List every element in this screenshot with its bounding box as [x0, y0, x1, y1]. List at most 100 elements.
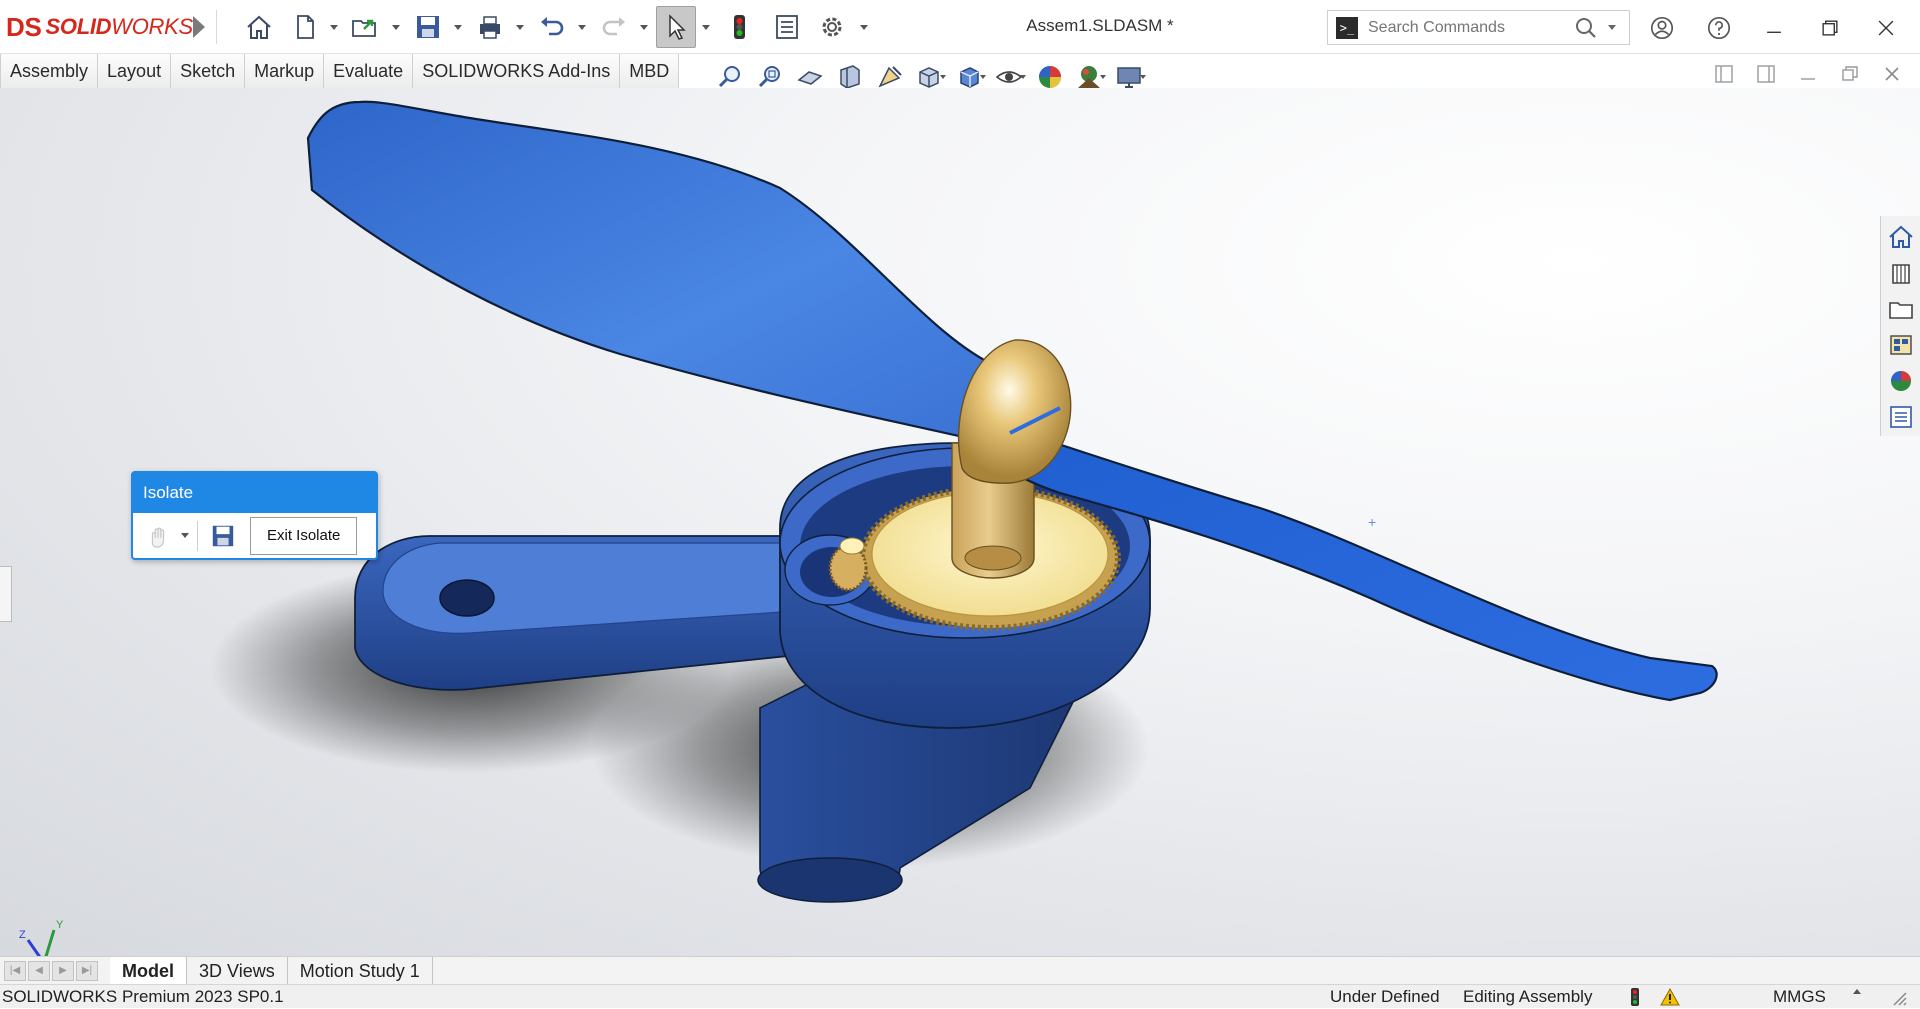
- reference-triad: Y Z X: [19, 919, 64, 956]
- bottom-tabs-bar: |◀ ◀ ▶ ▶| Model 3D Views Motion Study 1: [0, 956, 1920, 985]
- tab-3d-views[interactable]: 3D Views: [187, 956, 288, 985]
- rebuild-status-icon[interactable]: [1625, 987, 1645, 1007]
- document-title: Assem1.SLDASM *: [1026, 16, 1174, 35]
- options-dropdown-icon[interactable]: [860, 25, 868, 30]
- visibility-options-button[interactable]: [141, 519, 175, 553]
- command-manager-tabs: Assembly Layout Sketch Markup Evaluate S…: [0, 54, 680, 88]
- custom-properties-tab[interactable]: [1885, 402, 1917, 432]
- restore-button[interactable]: [1814, 12, 1846, 44]
- definition-status-text: Under Defined: [1330, 987, 1440, 1006]
- menu-expand-arrow-icon[interactable]: [193, 16, 205, 38]
- hide-show-dropdown-icon[interactable]: [1020, 75, 1026, 79]
- select-button[interactable]: [656, 6, 696, 48]
- tab-sketch[interactable]: Sketch: [171, 54, 246, 88]
- triad-z-axis: [26, 939, 41, 956]
- appearance-sphere-icon: [1890, 371, 1911, 391]
- save-as-display-state-button[interactable]: [206, 519, 240, 553]
- file-explorer-tab[interactable]: [1885, 294, 1917, 324]
- editing-mode-text: Editing Assembly: [1463, 987, 1593, 1006]
- tab-motion-study-1[interactable]: Motion Study 1: [288, 956, 433, 985]
- visibility-hand-icon: [151, 527, 165, 548]
- tab-assembly[interactable]: Assembly: [0, 54, 99, 88]
- close-icon: [1878, 20, 1894, 36]
- restore-icon: [1822, 20, 1838, 36]
- logo-brand-text: SOLID: [45, 14, 112, 39]
- next-tab-arrow-icon[interactable]: ▶: [52, 960, 74, 981]
- view-palette-icon: [1889, 335, 1912, 355]
- custom-properties-icon: [1889, 406, 1912, 428]
- print-dropdown-icon[interactable]: [516, 25, 524, 30]
- print-button[interactable]: [472, 9, 508, 45]
- open-button[interactable]: [346, 9, 384, 45]
- units-dropdown-icon[interactable]: [1853, 989, 1861, 994]
- visibility-dropdown-icon[interactable]: [181, 533, 189, 538]
- viewport-close-icon[interactable]: [1882, 64, 1902, 84]
- new-document-icon: [297, 15, 314, 39]
- help-icon: [1707, 16, 1731, 40]
- unit-system-text[interactable]: MMGS: [1773, 985, 1826, 1009]
- home-button[interactable]: [242, 9, 276, 45]
- user-account-button[interactable]: [1646, 12, 1678, 44]
- popup-separator: [197, 520, 198, 551]
- select-dropdown-icon[interactable]: [702, 25, 710, 30]
- feature-manager-collapse-handle[interactable]: [0, 566, 12, 622]
- separator: [216, 10, 217, 44]
- rebuild-button[interactable]: [722, 9, 756, 45]
- open-dropdown-icon[interactable]: [392, 25, 400, 30]
- search-dropdown-icon[interactable]: [1608, 25, 1616, 30]
- file-properties-button[interactable]: [770, 9, 804, 45]
- viewport-minimize-icon[interactable]: [1798, 64, 1818, 84]
- undo-dropdown-icon[interactable]: [578, 25, 586, 30]
- appearances-tab[interactable]: [1885, 366, 1917, 396]
- view-palette-tab[interactable]: [1885, 330, 1917, 360]
- search-commands-box[interactable]: >_: [1327, 10, 1630, 45]
- new-document-button[interactable]: [288, 9, 322, 45]
- minimize-button[interactable]: [1758, 12, 1790, 44]
- options-button[interactable]: [814, 9, 850, 45]
- graphics-area[interactable]: + Isolate Exit Isolate Y Z X: [0, 88, 1920, 956]
- design-library-icon: [1891, 264, 1910, 284]
- tab-solidworks-add-ins[interactable]: SOLIDWORKS Add-Ins: [413, 54, 621, 88]
- viewport-restore-icon[interactable]: [1840, 64, 1860, 84]
- view-orientation-dropdown-icon[interactable]: [940, 75, 946, 79]
- viewport-right-panel-icon[interactable]: [1756, 64, 1776, 84]
- viewport-left-panel-icon[interactable]: [1714, 64, 1734, 84]
- redo-dropdown-icon[interactable]: [640, 25, 648, 30]
- minimize-icon: [1767, 31, 1781, 33]
- search-input[interactable]: [1368, 18, 1568, 37]
- view-settings-dropdown-icon[interactable]: [1140, 75, 1146, 79]
- propeller-blade-upper[interactable]: [306, 100, 1002, 445]
- apply-scene-dropdown-icon[interactable]: [1100, 75, 1106, 79]
- search-icon[interactable]: [1574, 16, 1598, 40]
- last-tab-arrow-icon[interactable]: ▶|: [76, 960, 98, 981]
- tab-layout[interactable]: Layout: [98, 54, 172, 88]
- tab-markup[interactable]: Markup: [245, 54, 325, 88]
- help-button[interactable]: [1703, 12, 1735, 44]
- tab-evaluate[interactable]: Evaluate: [324, 54, 414, 88]
- exit-isolate-button[interactable]: Exit Isolate: [250, 516, 358, 555]
- close-button[interactable]: [1870, 12, 1902, 44]
- solidworks-logo[interactable]: DS SOLID WORKS: [6, 10, 193, 44]
- isolate-popup: Isolate Exit Isolate: [131, 471, 378, 560]
- previous-tab-arrow-icon[interactable]: ◀: [28, 960, 50, 981]
- cursor-arrow-icon: [669, 14, 686, 40]
- redo-button[interactable]: [596, 9, 632, 45]
- design-library-tab[interactable]: [1885, 258, 1917, 288]
- first-tab-arrow-icon[interactable]: |◀: [4, 960, 26, 981]
- solidworks-resources-tab[interactable]: [1885, 222, 1917, 252]
- save-button[interactable]: [410, 9, 446, 45]
- tab-mbd[interactable]: MBD: [620, 54, 680, 88]
- shaft-base: [964, 545, 1022, 571]
- home-icon: [1888, 225, 1913, 248]
- warning-icon[interactable]: [1660, 987, 1680, 1007]
- resize-grip-icon[interactable]: [1888, 987, 1908, 1007]
- isolate-popup-title: Isolate: [133, 473, 376, 513]
- undo-button[interactable]: [534, 9, 570, 45]
- leg-foot: [757, 857, 903, 903]
- tab-model[interactable]: Model: [110, 956, 187, 985]
- display-style-dropdown-icon[interactable]: [980, 75, 986, 79]
- save-dropdown-icon[interactable]: [454, 25, 462, 30]
- logo-brand-text-2: WORKS: [111, 14, 193, 39]
- triad-y-axis: [44, 929, 56, 956]
- new-dropdown-icon[interactable]: [330, 25, 338, 30]
